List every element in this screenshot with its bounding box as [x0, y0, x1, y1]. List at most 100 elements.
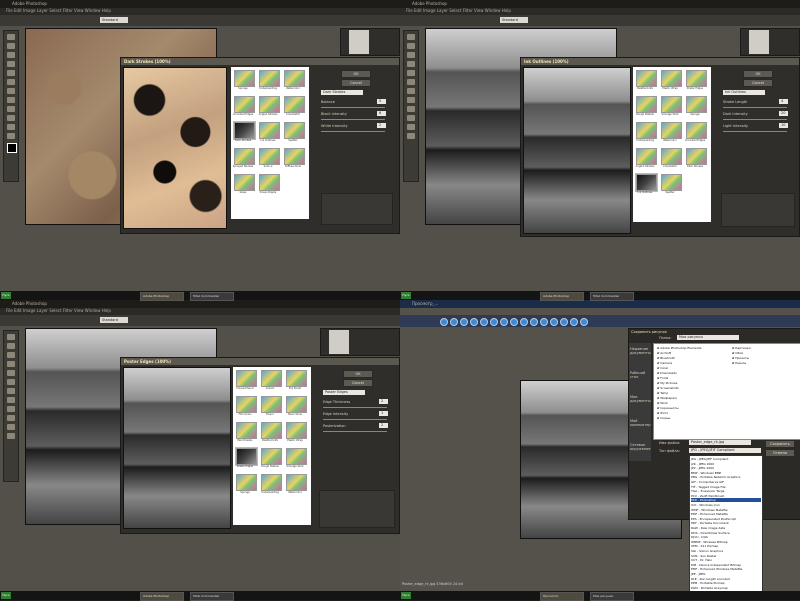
filetype-option[interactable]: PSD - Photoshop — [691, 498, 761, 502]
file-item[interactable]: ▰ Картинки — [732, 346, 751, 350]
filter-select[interactable]: Dark Strokes — [321, 90, 363, 95]
param-value[interactable]: 1 — [379, 411, 388, 416]
color-swatch-icon[interactable] — [7, 143, 17, 153]
cancel-button[interactable]: Cancel — [343, 379, 373, 387]
hand-tool-icon[interactable] — [407, 124, 415, 130]
filter-preview[interactable] — [123, 67, 227, 229]
filetype-option[interactable]: BMP - Windows BMP — [691, 471, 761, 475]
settings-icon[interactable] — [540, 318, 548, 326]
ok-button[interactable]: OK — [343, 370, 373, 378]
zoom-mode-select[interactable]: Standard — [100, 317, 128, 323]
file-item[interactable]: ▰ Downloads — [657, 371, 677, 375]
filter-thumbnail[interactable] — [686, 70, 707, 87]
filter-thumbnail[interactable] — [286, 474, 307, 491]
file-item[interactable]: ▰ ArcSoft — [657, 351, 671, 355]
filetype-option[interactable]: EMF - Enhanced Windows Metafile — [691, 567, 761, 571]
forward-icon[interactable] — [450, 318, 458, 326]
filter-thumbnail[interactable] — [236, 370, 257, 387]
marquee-tool-icon[interactable] — [7, 343, 15, 349]
file-item[interactable]: ▰ Обои — [732, 351, 743, 355]
place-documents[interactable]: Мои документы — [630, 395, 650, 403]
filter-thumbnail[interactable] — [636, 122, 657, 139]
file-item[interactable]: ▰ Adobe Photoshop Elements — [657, 346, 701, 350]
hand-tool-icon[interactable] — [7, 124, 15, 130]
gradient-tool-icon[interactable] — [7, 97, 15, 103]
text-tool-icon[interactable] — [407, 106, 415, 112]
filter-thumbnail[interactable] — [284, 122, 305, 139]
param-slider[interactable] — [323, 419, 387, 420]
filetype-option[interactable]: DJVU - DjVu — [691, 535, 761, 539]
file-item[interactable]: ▰ Corel — [657, 366, 668, 370]
filter-preview[interactable] — [523, 67, 631, 234]
filter-thumbnail[interactable] — [636, 174, 657, 191]
filetype-option[interactable]: CUT - Dr. Halo — [691, 558, 761, 562]
stamp-tool-icon[interactable] — [407, 79, 415, 85]
filetype-option[interactable]: PGM - Portable Greymap — [691, 586, 761, 590]
file-item[interactable]: ▰ Разное — [732, 361, 746, 365]
pen-tool-icon[interactable] — [7, 415, 15, 421]
filter-thumbnail[interactable] — [234, 174, 255, 191]
filter-thumbnail[interactable] — [261, 396, 282, 413]
print-icon[interactable] — [560, 318, 568, 326]
help-icon[interactable] — [570, 318, 578, 326]
crop-tool-icon[interactable] — [407, 61, 415, 67]
filetype-option[interactable]: DDS - DirectDraw Surface — [691, 531, 761, 535]
filter-thumbnail[interactable] — [234, 70, 255, 87]
filter-thumbnail[interactable] — [259, 96, 280, 113]
marquee-tool-icon[interactable] — [407, 43, 415, 49]
rotate-left-icon[interactable] — [480, 318, 488, 326]
zoom-tool-icon[interactable] — [7, 433, 15, 439]
file-item[interactable]: ▰ Фото — [657, 411, 668, 415]
lasso-tool-icon[interactable] — [7, 352, 15, 358]
cancel-button[interactable]: Отмена — [765, 449, 795, 457]
text-tool-icon[interactable] — [7, 106, 15, 112]
filter-thumbnail[interactable] — [686, 122, 707, 139]
filter-thumbnail[interactable] — [261, 422, 282, 439]
task-item[interactable]: Total Commander — [590, 292, 634, 301]
param-value[interactable]: 2 — [377, 123, 386, 128]
brush-tool-icon[interactable] — [407, 70, 415, 76]
filetype-option[interactable]: DIB - Device Independent Bitmap — [691, 563, 761, 567]
filter-thumbnail[interactable] — [636, 96, 657, 113]
filter-thumbnail[interactable] — [234, 122, 255, 139]
eraser-tool-icon[interactable] — [7, 388, 15, 394]
move-tool-icon[interactable] — [7, 334, 15, 340]
filetype-option[interactable]: RLE - Run length encoded — [691, 577, 761, 581]
save-button[interactable]: Сохранить — [765, 440, 795, 448]
filter-thumbnail[interactable] — [236, 422, 257, 439]
filter-thumbnail[interactable] — [284, 96, 305, 113]
save-icon[interactable] — [550, 318, 558, 326]
gradient-tool-icon[interactable] — [7, 397, 15, 403]
file-item[interactable]: ▰ Сканы — [657, 416, 670, 420]
filetype-option[interactable]: TGA - Truevision Targa — [691, 489, 761, 493]
hand-tool-icon[interactable] — [7, 424, 15, 430]
folder-select[interactable]: Мои рисунки — [677, 335, 739, 340]
filter-thumbnail[interactable] — [236, 474, 257, 491]
start-button[interactable]: Пуск — [401, 292, 411, 299]
filter-thumbnail[interactable] — [286, 448, 307, 465]
lasso-tool-icon[interactable] — [407, 52, 415, 58]
back-icon[interactable] — [440, 318, 448, 326]
filter-thumbnail[interactable] — [259, 148, 280, 165]
file-item[interactable]: ▰ Work — [657, 401, 668, 405]
cancel-button[interactable]: Cancel — [743, 79, 773, 87]
filter-thumbnail[interactable] — [636, 70, 657, 87]
filetype-option[interactable]: PPM - Portable Pixmap — [691, 581, 761, 585]
filter-thumbnail[interactable] — [261, 448, 282, 465]
brush-tool-icon[interactable] — [7, 70, 15, 76]
filetype-option[interactable]: SGI - Silicon Graphics — [691, 549, 761, 553]
task-item[interactable]: Adobe Photoshop — [540, 292, 584, 301]
filter-thumbnail[interactable] — [686, 148, 707, 165]
pen-tool-icon[interactable] — [7, 115, 15, 121]
fit-icon[interactable] — [520, 318, 528, 326]
stamp-tool-icon[interactable] — [7, 379, 15, 385]
stamp-tool-icon[interactable] — [7, 79, 15, 85]
param-value[interactable]: 2 — [379, 399, 388, 404]
filter-thumbnail[interactable] — [661, 174, 682, 191]
zoom-mode-select[interactable]: Standard — [100, 17, 128, 23]
eraser-tool-icon[interactable] — [7, 88, 15, 94]
param-slider[interactable] — [723, 119, 787, 120]
param-value[interactable]: 5 — [377, 99, 386, 104]
filetype-option[interactable]: WMF - Windows Metafile — [691, 508, 761, 512]
param-slider[interactable] — [723, 107, 787, 108]
